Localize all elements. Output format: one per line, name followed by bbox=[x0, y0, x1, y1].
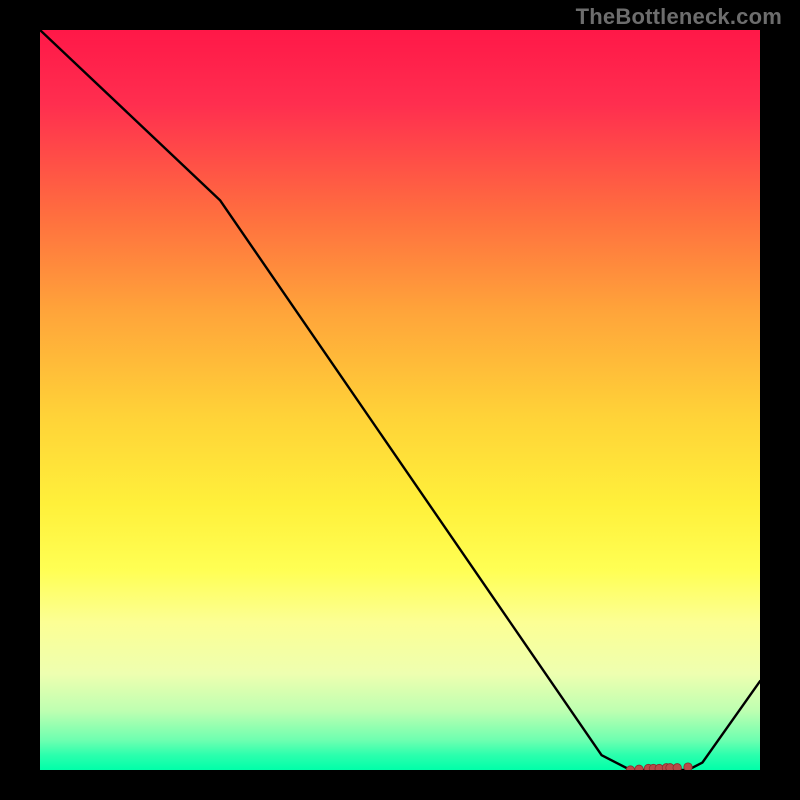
plot-area bbox=[40, 30, 760, 770]
chart-line bbox=[40, 30, 760, 770]
marker-dot bbox=[673, 764, 681, 770]
marker-dot bbox=[684, 763, 692, 770]
marker-dot bbox=[626, 766, 634, 770]
marker-dot bbox=[635, 765, 643, 770]
chart-container: TheBottleneck.com bbox=[0, 0, 800, 800]
line-chart-svg bbox=[40, 30, 760, 770]
watermark-text: TheBottleneck.com bbox=[576, 4, 782, 30]
